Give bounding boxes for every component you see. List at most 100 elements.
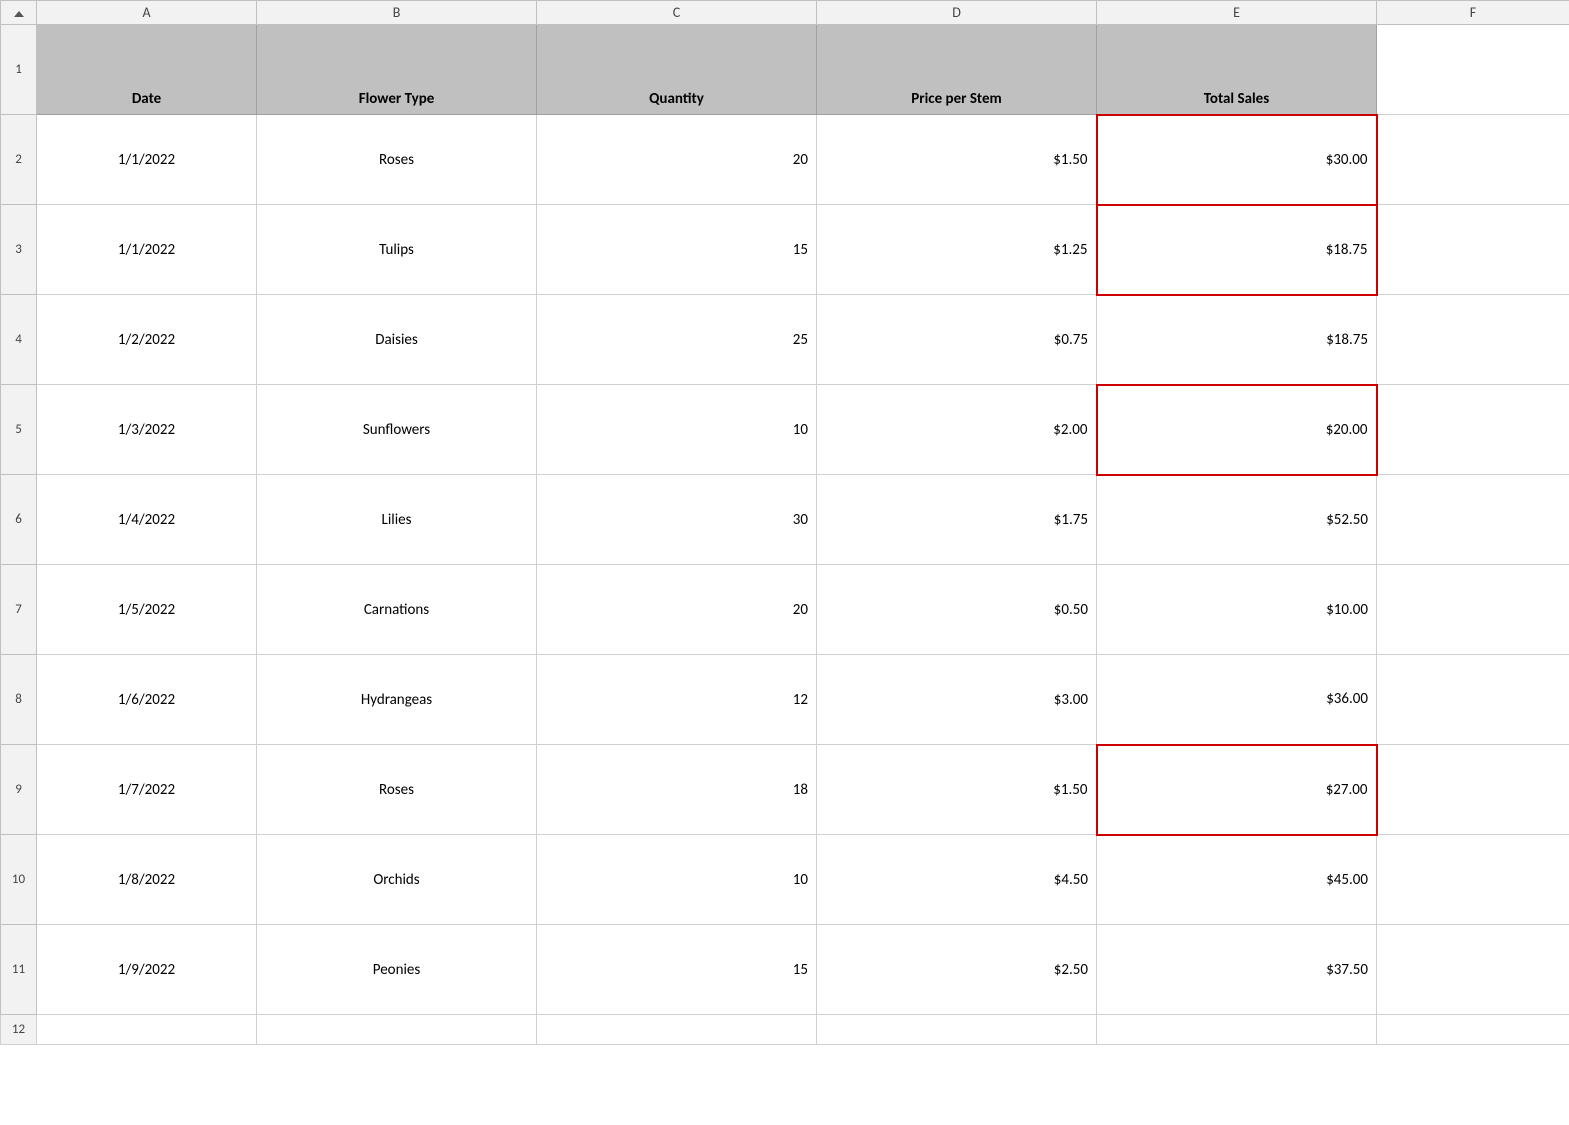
cell-price[interactable]: $0.50	[817, 565, 1097, 655]
row-num-2: 2	[1, 115, 37, 205]
row-num-1: 1	[1, 25, 37, 115]
table-row: 101/8/2022Orchids10$4.50$45.00	[1, 835, 1569, 925]
table-row: 71/5/2022Carnations20$0.50$10.00	[1, 565, 1569, 655]
cell-quantity[interactable]: 10	[537, 835, 817, 925]
header-total-sales[interactable]: Total Sales	[1097, 25, 1377, 115]
table-row: 91/7/2022Roses18$1.50$27.00	[1, 745, 1569, 835]
data-header-row: 1 Date Flower Type Quantity Price per St…	[1, 25, 1569, 115]
cell-flower-type[interactable]: Hydrangeas	[257, 655, 537, 745]
header-quantity[interactable]: Quantity	[537, 25, 817, 115]
column-header-row: A B C D E F	[1, 1, 1569, 25]
cell-date[interactable]: 1/4/2022	[37, 475, 257, 565]
cell-quantity[interactable]: 15	[537, 205, 817, 295]
cell-price[interactable]: $1.25	[817, 205, 1097, 295]
cell-flower-type[interactable]: Sunflowers	[257, 385, 537, 475]
spreadsheet-body: 1 Date Flower Type Quantity Price per St…	[1, 25, 1569, 1045]
cell-price[interactable]: $1.50	[817, 115, 1097, 205]
cell-date[interactable]: 1/3/2022	[37, 385, 257, 475]
header-price-per-stem[interactable]: Price per Stem	[817, 25, 1097, 115]
cell-date[interactable]: 1/6/2022	[37, 655, 257, 745]
table-row: 31/1/2022Tulips15$1.25$18.75	[1, 205, 1569, 295]
table-row: 111/9/2022Peonies15$2.50$37.50	[1, 925, 1569, 1015]
cell-quantity[interactable]: 10	[537, 385, 817, 475]
col-f-header[interactable]: F	[1377, 1, 1569, 25]
table-row: 21/1/2022Roses20$1.50$30.00	[1, 115, 1569, 205]
row-num-12: 12	[1, 1015, 37, 1045]
cell-flower-type[interactable]: Roses	[257, 115, 537, 205]
cell-date[interactable]: 1/2/2022	[37, 295, 257, 385]
cell-total-sales[interactable]: $36.00	[1097, 655, 1377, 745]
cell-col-f	[1377, 655, 1569, 745]
cell-flower-type[interactable]: Peonies	[257, 925, 537, 1015]
table-row: 81/6/2022Hydrangeas12$3.00$36.00	[1, 655, 1569, 745]
cell-date[interactable]: 1/9/2022	[37, 925, 257, 1015]
cell-total-sales[interactable]: $27.00	[1097, 745, 1377, 835]
cell-price[interactable]: $1.75	[817, 475, 1097, 565]
cell-total-sales[interactable]: $37.50	[1097, 925, 1377, 1015]
cell-date[interactable]: 1/1/2022	[37, 205, 257, 295]
col-d-header[interactable]: D	[817, 1, 1097, 25]
cell-date[interactable]: 1/1/2022	[37, 115, 257, 205]
cell-quantity[interactable]: 20	[537, 115, 817, 205]
cell-flower-type[interactable]: Lilies	[257, 475, 537, 565]
empty-cell	[257, 1015, 537, 1045]
cell-price[interactable]: $1.50	[817, 745, 1097, 835]
cell-price[interactable]: $2.00	[817, 385, 1097, 475]
cell-quantity[interactable]: 12	[537, 655, 817, 745]
table-row: 51/3/2022Sunflowers10$2.00$20.00	[1, 385, 1569, 475]
table-row: 41/2/2022Daisies25$0.75$18.75	[1, 295, 1569, 385]
table-row: 61/4/2022Lilies30$1.75$52.50	[1, 475, 1569, 565]
spreadsheet-table: A B C D E F 1 Date Flower Type Quantity …	[0, 0, 1569, 1045]
empty-cell	[817, 1015, 1097, 1045]
col-a-header[interactable]: A	[37, 1, 257, 25]
col-b-header[interactable]: B	[257, 1, 537, 25]
cell-col-f	[1377, 475, 1569, 565]
cell-total-sales[interactable]: $20.00	[1097, 385, 1377, 475]
spreadsheet-container: A B C D E F 1 Date Flower Type Quantity …	[0, 0, 1569, 1125]
cell-total-sales[interactable]: $52.50	[1097, 475, 1377, 565]
cell-total-sales[interactable]: $45.00	[1097, 835, 1377, 925]
cell-flower-type[interactable]: Tulips	[257, 205, 537, 295]
col-c-header[interactable]: C	[537, 1, 817, 25]
cell-price[interactable]: $0.75	[817, 295, 1097, 385]
cell-price[interactable]: $4.50	[817, 835, 1097, 925]
cell-date[interactable]: 1/8/2022	[37, 835, 257, 925]
cell-col-f	[1377, 745, 1569, 835]
empty-cell	[1097, 1015, 1377, 1045]
row-num-5: 5	[1, 385, 37, 475]
cell-total-sales[interactable]: $30.00	[1097, 115, 1377, 205]
cell-flower-type[interactable]: Daisies	[257, 295, 537, 385]
cell-total-sales[interactable]: $18.75	[1097, 205, 1377, 295]
header-date[interactable]: Date	[37, 25, 257, 115]
cell-total-sales[interactable]: $18.75	[1097, 295, 1377, 385]
cell-quantity[interactable]: 30	[537, 475, 817, 565]
cell-date[interactable]: 1/5/2022	[37, 565, 257, 655]
cell-flower-type[interactable]: Roses	[257, 745, 537, 835]
row-num-9: 9	[1, 745, 37, 835]
cell-total-sales[interactable]: $10.00	[1097, 565, 1377, 655]
cell-quantity[interactable]: 18	[537, 745, 817, 835]
empty-cell	[37, 1015, 257, 1045]
header-col-f	[1377, 25, 1569, 115]
cell-date[interactable]: 1/7/2022	[37, 745, 257, 835]
cell-quantity[interactable]: 25	[537, 295, 817, 385]
row-num-3: 3	[1, 205, 37, 295]
row-num-7: 7	[1, 565, 37, 655]
cell-price[interactable]: $2.50	[817, 925, 1097, 1015]
col-e-header[interactable]: E	[1097, 1, 1377, 25]
cell-flower-type[interactable]: Carnations	[257, 565, 537, 655]
empty-cell	[537, 1015, 817, 1045]
sort-arrow-icon	[14, 11, 24, 17]
empty-row: 12	[1, 1015, 1569, 1045]
row-num-6: 6	[1, 475, 37, 565]
row-num-8: 8	[1, 655, 37, 745]
cell-col-f	[1377, 835, 1569, 925]
cell-flower-type[interactable]: Orchids	[257, 835, 537, 925]
cell-quantity[interactable]: 15	[537, 925, 817, 1015]
cell-col-f	[1377, 115, 1569, 205]
row-num-10: 10	[1, 835, 37, 925]
cell-quantity[interactable]: 20	[537, 565, 817, 655]
header-flower-type[interactable]: Flower Type	[257, 25, 537, 115]
corner-cell	[1, 1, 37, 25]
cell-price[interactable]: $3.00	[817, 655, 1097, 745]
